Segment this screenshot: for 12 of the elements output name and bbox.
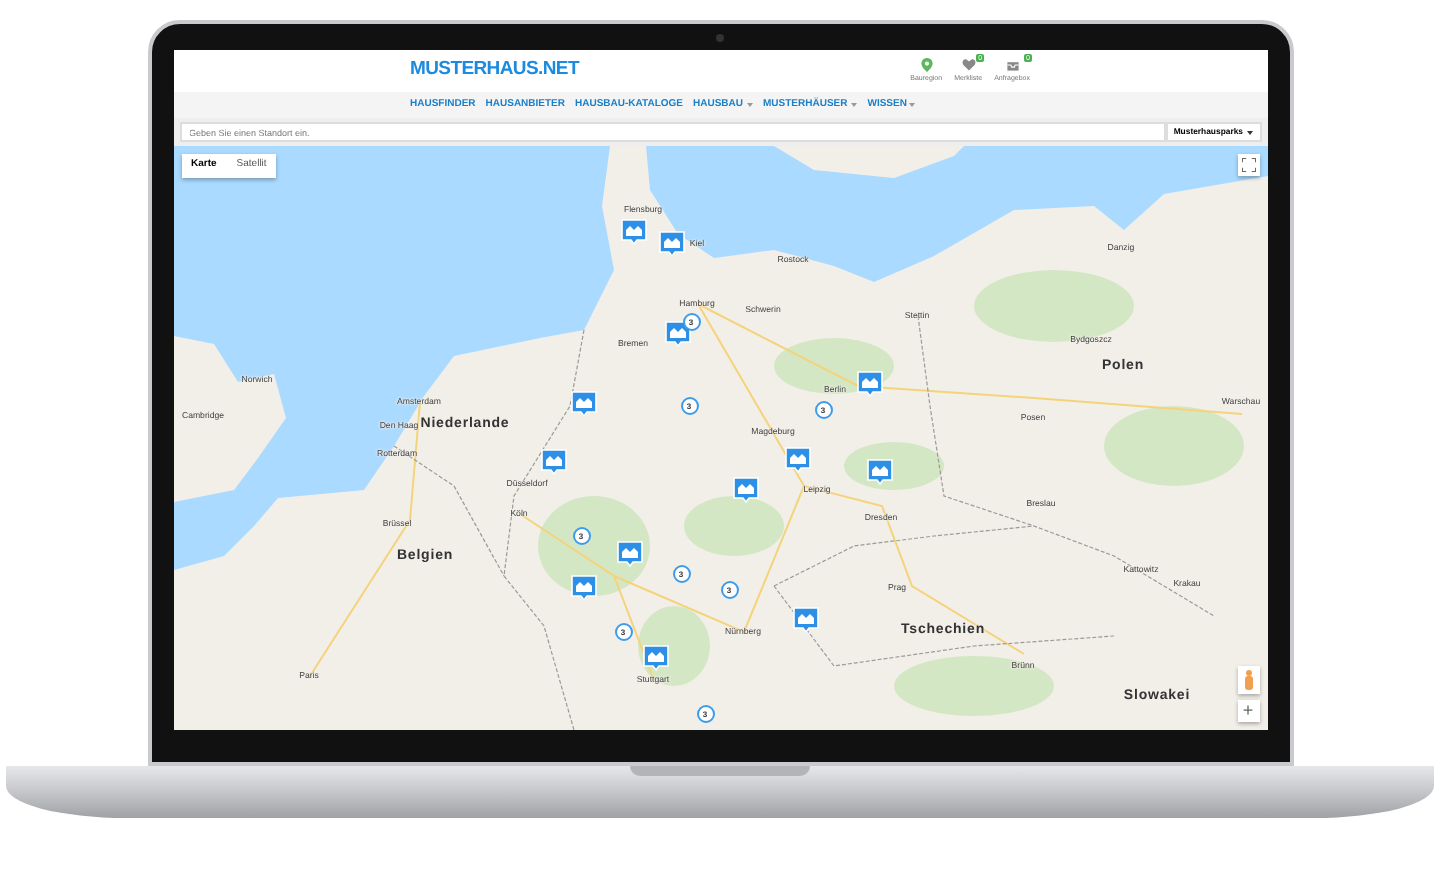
inbox-icon — [1005, 57, 1020, 72]
caret-icon — [849, 102, 858, 108]
caret-icon — [908, 102, 917, 108]
pin-icon — [919, 57, 934, 72]
webcam-dot — [716, 34, 724, 42]
heart-icon — [961, 57, 976, 72]
site-logo[interactable]: MUSTERHAUS.NET — [410, 56, 579, 86]
pegman-icon[interactable] — [1237, 666, 1259, 694]
caret-icon — [1245, 129, 1253, 135]
caret-icon — [745, 102, 753, 108]
fullscreen-icon[interactable] — [1237, 154, 1259, 176]
zoom-in-button[interactable]: + — [1237, 700, 1259, 722]
